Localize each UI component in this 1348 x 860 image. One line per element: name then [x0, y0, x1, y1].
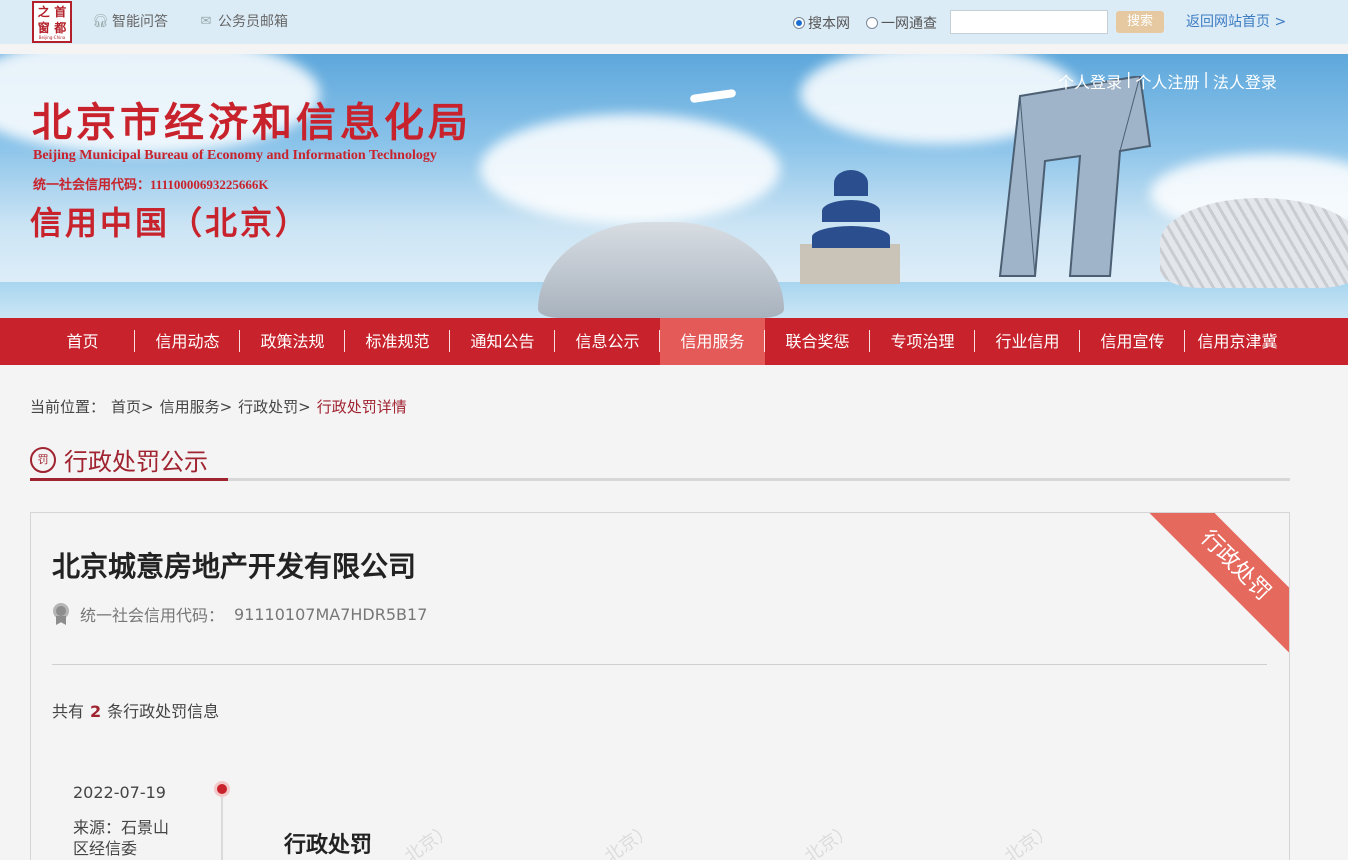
temple-roof-image [812, 226, 890, 248]
watermark-text: 北京） [1000, 819, 1057, 860]
personal-login-link[interactable]: 个人登录 [1058, 69, 1122, 93]
medal-icon [52, 603, 70, 625]
logo-char: 都 [54, 20, 67, 35]
credit-code-value: 91110107MA7HDR5B17 [234, 604, 428, 624]
nav-item-credit-promotion[interactable]: 信用宣传 [1080, 318, 1185, 365]
logo-char: 窗 [37, 20, 50, 35]
nav-item-jingjinji[interactable]: 信用京津冀 [1185, 318, 1290, 365]
record-count: 共有 2 条行政处罚信息 [52, 698, 219, 722]
site-subtitle: 信用中国（北京） [30, 204, 311, 242]
record-title: 行政处罚 [284, 833, 373, 858]
org-name-en: Beijing Municipal Bureau of Economy and … [33, 148, 437, 163]
section-title: 行政处罚公示 [64, 448, 208, 476]
staff-mail-label: 公务员邮箱 [218, 14, 288, 30]
nav-item-notices[interactable]: 通知公告 [450, 318, 555, 365]
temple-roof-image [834, 170, 868, 196]
nav-item-policies[interactable]: 政策法规 [240, 318, 345, 365]
legal-login-link[interactable]: 法人登录 [1213, 69, 1277, 93]
birds-nest-image [1160, 198, 1348, 288]
breadcrumb-home[interactable]: 首页> [111, 396, 154, 417]
login-links: 个人登录 | 个人注册 | 法人登录 [1058, 69, 1277, 93]
company-name: 北京城意房地产开发有限公司 [52, 550, 417, 583]
record-date: 2022-07-19 [73, 783, 166, 802]
penalty-ribbon: 行政处罚 [1140, 513, 1289, 661]
mail-icon: ✉ [200, 14, 212, 29]
temple-base-image [800, 244, 900, 284]
radio-unchecked-icon[interactable] [866, 17, 878, 29]
login-separator: | [1203, 69, 1209, 88]
count-suffix: 条行政处罚信息 [107, 702, 220, 721]
breadcrumb-current: 行政处罚详情 [316, 398, 407, 416]
credit-code-label: 统一社会信用代码： [80, 606, 225, 625]
nav-item-rewards-penalties[interactable]: 联合奖惩 [765, 318, 870, 365]
timeline-dot [214, 781, 230, 797]
smart-qa-link[interactable]: 🎧︎ 智能问答 [92, 12, 168, 32]
radio-search-site-label: 搜本网 [808, 16, 850, 32]
penalty-icon: 罚 [30, 446, 56, 473]
record-source: 来源：石景山区经信委 [73, 818, 170, 858]
cloud-decoration [480, 114, 780, 224]
search-input[interactable] [950, 10, 1108, 34]
nav-item-standards[interactable]: 标准规范 [345, 318, 450, 365]
nav-item-home[interactable]: 首页 [30, 318, 135, 365]
temple-roof-image [822, 200, 880, 222]
smart-qa-label: 智能问答 [112, 14, 168, 30]
nav-item-disclosure[interactable]: 信息公示 [555, 318, 660, 365]
timeline-line [221, 797, 223, 860]
count-prefix: 共有 [52, 702, 85, 721]
section-header: 罚 行政处罚公示 [30, 442, 208, 477]
login-separator: | [1126, 69, 1132, 88]
credit-code-row: 统一社会信用代码： 91110107MA7HDR5B17 [52, 602, 427, 626]
section-underline-accent [30, 478, 228, 481]
count-number: 2 [90, 702, 102, 721]
radio-search-all[interactable]: 一网通查 [866, 13, 937, 33]
logo-grid: 之 首 窗 都 [36, 5, 68, 35]
nav-item-credit-service[interactable]: 信用服务 [660, 318, 765, 365]
return-home-link[interactable]: 返回网站首页 > [1186, 12, 1286, 32]
header-banner: 北京市经济和信息化局 Beijing Municipal Bureau of E… [0, 54, 1348, 318]
staff-mail-link[interactable]: ✉ 公务员邮箱 [198, 12, 288, 32]
breadcrumb-credit-service[interactable]: 信用服务> [160, 396, 233, 417]
airplane-image [689, 88, 737, 104]
penalty-detail-card: 行政处罚 北京城意房地产开发有限公司 统一社会信用代码： 91110107MA7… [30, 512, 1290, 860]
personal-register-link[interactable]: 个人注册 [1135, 69, 1199, 93]
card-divider [52, 664, 1267, 665]
site-logo[interactable]: 之 首 窗 都 Beijing-China [32, 1, 72, 43]
radio-search-site[interactable]: 搜本网 [793, 13, 850, 33]
national-theatre-image [538, 222, 784, 318]
org-credit-code: 统一社会信用代码：11110000693225666K [33, 177, 269, 192]
breadcrumb: 当前位置： 首页> 信用服务> 行政处罚> 行政处罚详情 [30, 396, 407, 417]
headset-icon: 🎧︎ [92, 14, 109, 29]
radio-checked-icon[interactable] [793, 17, 805, 29]
top-bar: 之 首 窗 都 Beijing-China 🎧︎ 智能问答 ✉ 公务员邮箱 搜本… [0, 0, 1348, 44]
watermark-text: 北京） [800, 819, 857, 860]
radio-search-all-label: 一网通查 [881, 16, 937, 32]
search-button[interactable]: 搜索 [1116, 11, 1164, 33]
logo-char: 首 [54, 5, 67, 19]
breadcrumb-prefix: 当前位置： [30, 398, 106, 416]
watermark-text: 北京） [600, 819, 657, 860]
org-name-cn: 北京市经济和信息化局 [32, 99, 472, 146]
watermark-text: 北京） [400, 819, 458, 860]
breadcrumb-penalty[interactable]: 行政处罚> [238, 396, 311, 417]
logo-tagline: Beijing-China [38, 35, 66, 40]
logo-char: 之 [37, 5, 50, 19]
nav-item-special-governance[interactable]: 专项治理 [870, 318, 975, 365]
nav-item-industry-credit[interactable]: 行业信用 [975, 318, 1080, 365]
cctv-tower-image [998, 76, 1152, 277]
nav-item-credit-news[interactable]: 信用动态 [135, 318, 240, 365]
main-nav: 首页 信用动态 政策法规 标准规范 通知公告 信息公示 信用服务 联合奖惩 专项… [0, 318, 1348, 365]
